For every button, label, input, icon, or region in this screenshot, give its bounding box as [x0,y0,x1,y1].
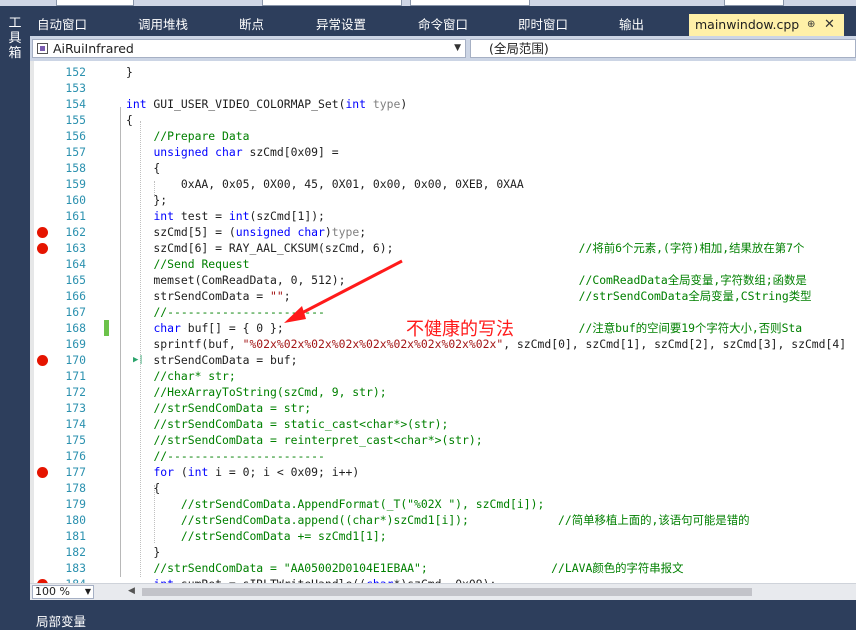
tab-immediate-window[interactable]: 即时窗口 [518,14,568,36]
navigation-bar: AiRuiInfrared ▼ (全局范围) [30,36,856,61]
toolbox-label: 工具箱 [8,16,22,61]
tab-label: mainwindow.cpp [695,17,800,32]
chevron-down-icon: ▼ [454,43,461,53]
tab-label: 异常设置 [316,17,367,32]
tab-label: 自动窗口 [37,17,88,32]
project-name: AiRuiInfrared [53,41,134,56]
scope-dropdown[interactable]: (全局范围) [470,39,856,58]
document-tab-bar: 自动窗口 调用堆栈 断点 异常设置 命令窗口 即时窗口 输出 mainwindo… [30,14,856,36]
toolbar-combo[interactable] [56,0,134,6]
tab-label: 输出 [619,17,645,32]
toolbar-strip [0,0,856,6]
scope-name: (全局范围) [489,41,549,56]
toolbar-combo[interactable] [262,0,402,6]
annotation-arrow [284,259,403,323]
tab-command-window[interactable]: 命令窗口 [418,14,468,36]
tab-label: 断点 [239,17,265,32]
project-dropdown[interactable]: AiRuiInfrared ▼ [32,39,466,58]
code-editor[interactable]: 152} 153 154 int GUI_USER_VIDEO_COLORMAP_Se… [30,61,856,583]
tab-mainwindow-cpp[interactable]: mainwindow.cpp ⊕ ✕ [689,14,844,36]
horizontal-scrollbar-thumb[interactable] [142,588,752,596]
tab-exception-settings[interactable]: 异常设置 [316,14,366,36]
scroll-left-icon[interactable]: ◀ [128,586,135,596]
pin-icon[interactable]: ⊕ [807,14,815,36]
close-icon[interactable]: ✕ [824,14,835,36]
toolbar-combo[interactable] [724,0,784,6]
zoom-level: 100 % [35,585,70,598]
tab-breakpoints[interactable]: 断点 [239,14,264,36]
toolbar-combo[interactable] [410,0,530,6]
toolbox-panel-tab[interactable]: 工具箱 [0,6,30,630]
tab-call-stack[interactable]: 调用堆栈 [138,14,188,36]
tab-label: 调用堆栈 [138,17,189,32]
tab-output[interactable]: 输出 [619,14,644,36]
zoom-dropdown[interactable]: 100 % ▼ [32,585,94,599]
tab-label: 即时窗口 [518,17,569,32]
editor-status-strip: 100 % ▼ ◀ [30,583,856,600]
tab-auto-window[interactable]: 自动窗口 [37,14,87,36]
tab-locals[interactable]: 局部变量 [36,611,86,630]
project-icon [37,43,48,54]
bottom-panel-bar: 局部变量 [30,600,856,630]
chevron-down-icon: ▼ [84,587,91,596]
tab-label: 命令窗口 [418,17,469,32]
